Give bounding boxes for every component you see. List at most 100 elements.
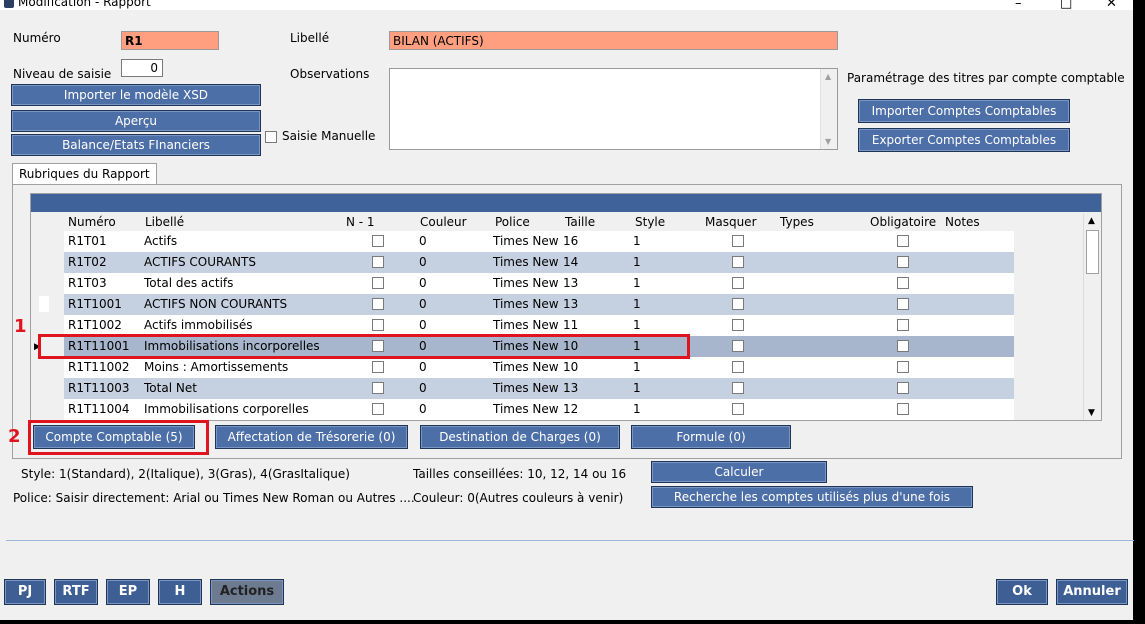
cell-taille[interactable]: 11 [560,315,630,336]
table-row[interactable]: R1T1001 ACTIFS NON COURANTS 0 Times New … [31,294,1081,315]
cell-masquer-checkbox[interactable] [732,319,744,331]
cell-obligatoire-checkbox[interactable] [897,403,909,415]
balance-button[interactable]: Balance/Etats FInanciers [11,134,261,156]
col-header-style[interactable]: Style [635,215,665,229]
col-header-libelle[interactable]: Libellé [145,215,184,229]
cell-numero[interactable]: R1T11003 [65,378,141,399]
cell-taille[interactable]: 13 [560,378,630,399]
col-header-notes[interactable]: Notes [945,215,980,229]
compte-comptable-button[interactable]: Compte Comptable (5) [33,425,195,449]
cell-obligatoire-checkbox[interactable] [897,277,909,289]
cell-numero[interactable]: R1T11004 [65,399,141,420]
cell-taille[interactable]: 13 [560,273,630,294]
cell-taille[interactable]: 13 [560,294,630,315]
cell-style[interactable]: 1 [630,294,700,315]
cell-obligatoire-checkbox[interactable] [897,256,909,268]
cell-masquer-checkbox[interactable] [732,361,744,373]
table-row[interactable]: R1T03 Total des actifs 0 Times New 13 1 [31,273,1081,294]
table-row[interactable]: R1T11004 Immobilisations corporelles 0 T… [31,399,1081,420]
cell-obligatoire-checkbox[interactable] [897,361,909,373]
cell-obligatoire-checkbox[interactable] [897,235,909,247]
ep-button[interactable]: EP [106,579,150,605]
cell-n1-checkbox[interactable] [372,277,384,289]
cell-obligatoire-checkbox[interactable] [897,340,909,352]
col-header-couleur[interactable]: Couleur [420,215,467,229]
maximize-icon[interactable]: □ [1060,0,1072,10]
cell-obligatoire-checkbox[interactable] [897,298,909,310]
cell-couleur[interactable]: 0 [416,252,490,273]
cell-style[interactable]: 1 [630,357,700,378]
cell-libelle[interactable]: ACTIFS COURANTS [141,252,341,273]
affectation-tresorerie-button[interactable]: Affectation de Trésorerie (0) [215,425,408,449]
cell-police[interactable]: Times New [490,315,560,336]
col-header-taille[interactable]: Taille [565,215,595,229]
cell-masquer-checkbox[interactable] [732,403,744,415]
cell-style[interactable]: 1 [630,399,700,420]
cell-taille[interactable]: 16 [560,231,630,252]
cell-obligatoire-checkbox[interactable] [897,319,909,331]
cell-taille[interactable]: 14 [560,252,630,273]
cell-masquer-checkbox[interactable] [732,382,744,394]
minimize-icon[interactable]: – [1015,0,1022,10]
cell-masquer-checkbox[interactable] [732,256,744,268]
cell-libelle[interactable]: ACTIFS NON COURANTS [141,294,341,315]
cell-numero[interactable]: R1T11002 [65,357,141,378]
libelle-field[interactable]: BILAN (ACTIFS) [389,31,838,50]
cell-police[interactable]: Times New [490,252,560,273]
cell-couleur[interactable]: 0 [416,231,490,252]
exporter-comptes-button[interactable]: Exporter Comptes Comptables [858,128,1070,152]
tab-rubriques[interactable]: Rubriques du Rapport [12,163,157,185]
cell-taille[interactable]: 10 [560,357,630,378]
cell-style[interactable]: 1 [630,378,700,399]
cell-police[interactable]: Times New [490,399,560,420]
cell-numero[interactable]: R1T1001 [65,294,141,315]
rtf-button[interactable]: RTF [54,579,98,605]
destination-charges-button[interactable]: Destination de Charges (0) [420,425,620,449]
cell-masquer-checkbox[interactable] [732,298,744,310]
cell-numero[interactable]: R1T03 [65,273,141,294]
cell-style[interactable]: 1 [630,231,700,252]
table-row[interactable]: R1T01 Actifs 0 Times New 16 1 [31,231,1081,252]
cell-couleur[interactable]: 0 [416,357,490,378]
cell-masquer-checkbox[interactable] [732,277,744,289]
cell-couleur[interactable]: 0 [416,273,490,294]
scroll-up-icon[interactable]: ▲ [1088,216,1095,226]
saisie-manuelle-checkbox[interactable] [265,131,277,143]
table-row[interactable]: R1T11003 Total Net 0 Times New 13 1 [31,378,1081,399]
grid-scroll-thumb[interactable] [1086,230,1099,274]
observations-scrollbar[interactable]: ▲ ▼ [820,69,837,149]
cell-masquer-checkbox[interactable] [732,340,744,352]
table-row[interactable]: R1T02 ACTIFS COURANTS 0 Times New 14 1 [31,252,1081,273]
col-header-numero[interactable]: Numéro [68,215,116,229]
grid-scrollbar[interactable]: ▲ ▼ [1083,214,1101,420]
col-header-police[interactable]: Police [495,215,530,229]
cell-n1-checkbox[interactable] [372,361,384,373]
calculer-button[interactable]: Calculer [651,461,827,483]
cell-taille[interactable]: 12 [560,399,630,420]
cell-style[interactable]: 1 [630,252,700,273]
cell-couleur[interactable]: 0 [416,399,490,420]
cell-libelle[interactable]: Total des actifs [141,273,341,294]
cell-n1-checkbox[interactable] [372,382,384,394]
cell-couleur[interactable]: 0 [416,378,490,399]
cell-style[interactable]: 1 [630,315,700,336]
apercu-button[interactable]: Aperçu [11,110,261,132]
annuler-button[interactable]: Annuler [1056,579,1128,605]
cell-numero[interactable]: R1T01 [65,231,141,252]
cell-libelle[interactable]: Immobilisations corporelles [141,399,341,420]
scroll-down-icon[interactable]: ▼ [825,137,831,146]
scroll-up-icon[interactable]: ▲ [825,72,831,81]
cell-style[interactable]: 1 [630,273,700,294]
col-header-masquer[interactable]: Masquer [705,215,757,229]
formule-button[interactable]: Formule (0) [631,425,791,449]
cell-police[interactable]: Times New [490,294,560,315]
cell-numero[interactable]: R1T02 [65,252,141,273]
cell-numero[interactable]: R1T1002 [65,315,141,336]
col-header-n1[interactable]: N - 1 [346,215,375,229]
cell-obligatoire-checkbox[interactable] [897,382,909,394]
cell-n1-checkbox[interactable] [372,298,384,310]
scroll-down-icon[interactable]: ▼ [1088,408,1095,418]
importer-comptes-button[interactable]: Importer Comptes Comptables [858,99,1070,123]
cell-n1-checkbox[interactable] [372,256,384,268]
recherche-comptes-button[interactable]: Recherche les comptes utilisés plus d'un… [651,486,973,508]
